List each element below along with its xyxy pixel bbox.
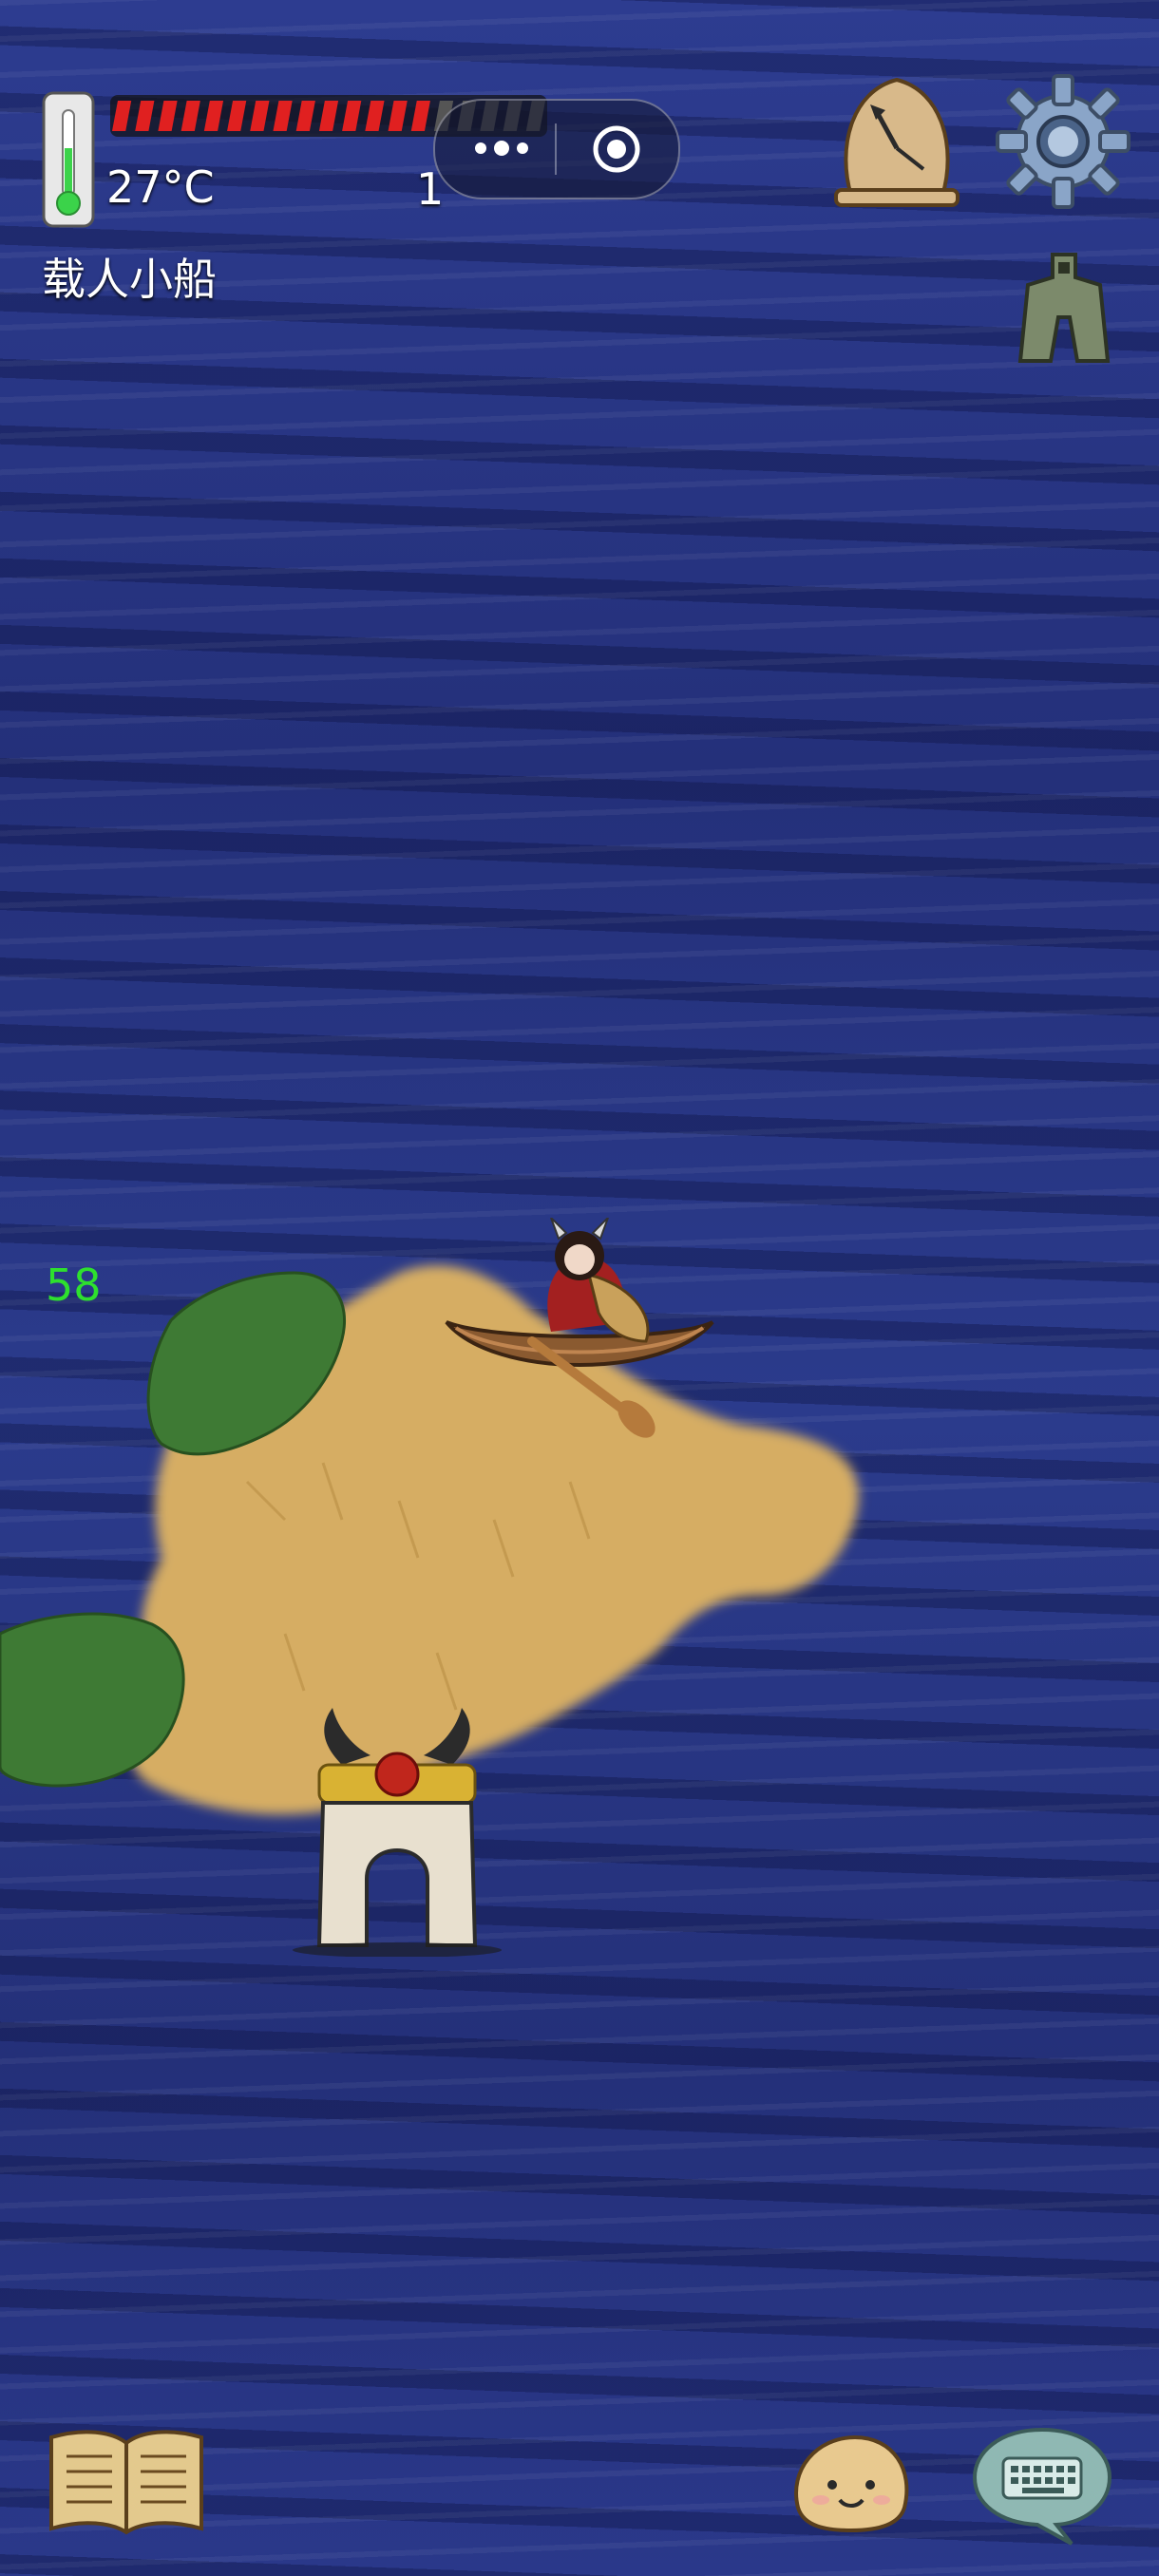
miniprogram-capsule (433, 99, 680, 199)
thermometer-icon (42, 91, 95, 228)
temperature-readout: 27°C (106, 161, 215, 213)
clock-icon[interactable] (832, 72, 961, 211)
held-item-label: 载人小船 (42, 254, 217, 305)
face-icon[interactable] (788, 2432, 914, 2534)
horned-gate[interactable] (285, 1708, 509, 1957)
book-icon[interactable] (46, 2424, 207, 2536)
keyboard-chat-icon[interactable] (971, 2424, 1113, 2548)
more-dots-icon[interactable] (467, 129, 536, 167)
spade-coin-icon[interactable] (1015, 251, 1113, 365)
gear-icon[interactable] (996, 74, 1130, 209)
player-in-boat[interactable] (437, 1218, 722, 1446)
fps-counter: 58 (46, 1260, 102, 1311)
target-close-icon[interactable] (591, 123, 642, 175)
capsule-divider (555, 123, 557, 175)
